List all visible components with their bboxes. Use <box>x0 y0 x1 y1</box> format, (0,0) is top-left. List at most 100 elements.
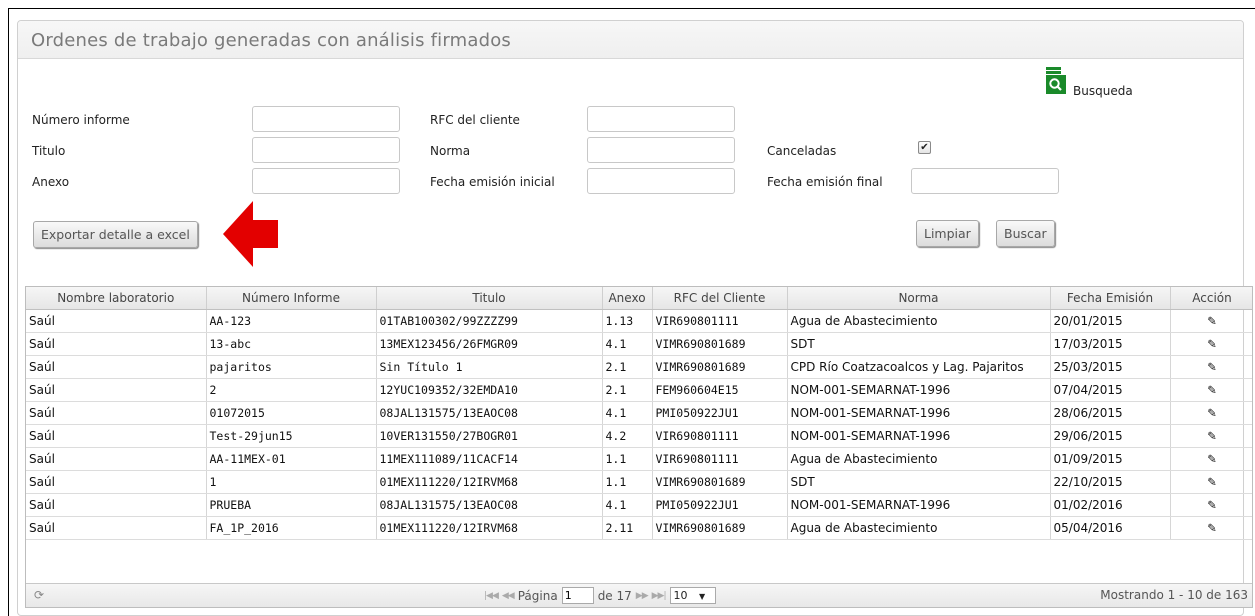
table-cell: 4.1 <box>602 493 653 517</box>
norma-input[interactable] <box>587 137 735 163</box>
table-row[interactable]: Saúl 2 12YUC109352/32EMDA10 2.1 FEM960604E15… <box>26 378 1252 402</box>
fecha-inicial-input[interactable] <box>587 168 735 194</box>
table-cell: Saúl <box>26 516 207 540</box>
table-cell: pajaritos <box>206 355 377 379</box>
anexo-input[interactable] <box>252 168 400 194</box>
column-header[interactable]: Titulo <box>376 287 603 310</box>
table-row[interactable]: Saúl FA_1P_2016 01MEX111220/12IRVM68 2.11 VI… <box>26 516 1252 540</box>
edit-pencil-icon[interactable]: ✎ <box>1207 452 1217 466</box>
table-cell: 12YUC109352/32EMDA10 <box>376 378 603 402</box>
refresh-icon[interactable]: ⟳ <box>34 588 44 602</box>
table-cell: NOM-001-SEMARNAT-1996 <box>787 424 1051 448</box>
table-cell: 01MEX111220/12IRVM68 <box>376 516 603 540</box>
action-cell: ✎ <box>1170 401 1252 425</box>
page-number-input[interactable] <box>561 587 594 604</box>
table-cell: 4.2 <box>602 424 653 448</box>
prev-page-icon[interactable]: ◀◀ <box>502 591 515 601</box>
table-cell: 08JAL131575/13EAOC08 <box>376 493 603 517</box>
table-cell: FA_1P_2016 <box>206 516 377 540</box>
table-cell: Agua de Abastecimiento <box>787 309 1051 333</box>
edit-pencil-icon[interactable]: ✎ <box>1207 406 1217 420</box>
edit-pencil-icon[interactable]: ✎ <box>1207 360 1217 374</box>
column-header[interactable]: Acción <box>1170 287 1252 310</box>
edit-pencil-icon[interactable]: ✎ <box>1207 429 1217 443</box>
dropdown-arrow-icon: ▼ <box>699 592 706 601</box>
table-cell: Saúl <box>26 401 207 425</box>
edit-pencil-icon[interactable]: ✎ <box>1207 475 1217 489</box>
norma-label: Norma <box>430 144 471 158</box>
table-row[interactable]: Saúl 1 01MEX111220/12IRVM68 1.1 VIMR69080168… <box>26 470 1252 494</box>
clear-button[interactable]: Limpiar <box>916 220 979 247</box>
table-cell: 25/03/2015 <box>1050 355 1171 379</box>
search-button[interactable]: Buscar <box>996 220 1055 247</box>
edit-pencil-icon[interactable]: ✎ <box>1207 383 1217 397</box>
table-row[interactable]: Saúl pajaritos Sin Título 1 2.1 VIMR69080168… <box>26 355 1252 379</box>
column-header[interactable]: Fecha Emisión <box>1050 287 1171 310</box>
table-cell: VIMR690801689 <box>652 355 788 379</box>
table-cell: PMI050922JU1 <box>652 401 788 425</box>
fecha-final-input[interactable] <box>911 168 1059 194</box>
table-cell: PRUEBA <box>206 493 377 517</box>
action-cell: ✎ <box>1170 332 1252 356</box>
fecha-final-label: Fecha emisión final <box>767 175 883 189</box>
table-cell: 01MEX111220/12IRVM68 <box>376 470 603 494</box>
numero-informe-input[interactable] <box>252 106 400 132</box>
search-link-label: Busqueda <box>1073 84 1133 98</box>
pager-nav: |◀◀ ◀◀ Página de 17 ▶▶ ▶▶| 10 ▼ <box>484 587 716 604</box>
numero-informe-label: Número informe <box>32 113 130 127</box>
table-cell: 01/09/2015 <box>1050 447 1171 471</box>
table-cell: VIR690801111 <box>652 424 788 448</box>
table-cell: VIMR690801689 <box>652 470 788 494</box>
table-cell: 2.1 <box>602 355 653 379</box>
table-row[interactable]: Saúl AA-123 01TAB100302/99ZZZZ99 1.13 VIR690… <box>26 309 1252 333</box>
table-cell: 05/04/2016 <box>1050 516 1171 540</box>
table-row[interactable]: Saúl Test-29jun15 10VER131550/27BOGR01 4.2 V… <box>26 424 1252 448</box>
column-header[interactable]: RFC del Cliente <box>652 287 788 310</box>
action-cell: ✎ <box>1170 309 1252 333</box>
first-page-icon[interactable]: |◀◀ <box>484 591 499 601</box>
rfc-cliente-input[interactable] <box>587 106 735 132</box>
table-cell: 4.1 <box>602 401 653 425</box>
table-row[interactable]: Saúl PRUEBA 08JAL131575/13EAOC08 4.1 PMI0509… <box>26 493 1252 517</box>
titulo-input[interactable] <box>252 137 400 163</box>
table-cell: 01TAB100302/99ZZZZ99 <box>376 309 603 333</box>
table-cell: VIR690801111 <box>652 309 788 333</box>
table-row[interactable]: Saúl 13-abc 13MEX123456/26FMGR09 4.1 VIMR690… <box>26 332 1252 356</box>
page-size-select[interactable]: 10 ▼ <box>669 587 716 604</box>
table-cell: Saúl <box>26 447 207 471</box>
edit-pencil-icon[interactable]: ✎ <box>1207 337 1217 351</box>
search-document-icon <box>1045 67 1067 99</box>
table-cell: Saúl <box>26 424 207 448</box>
table-body: Saúl AA-123 01TAB100302/99ZZZZ99 1.13 VIR690… <box>26 309 1252 540</box>
next-page-icon[interactable]: ▶▶ <box>636 591 649 601</box>
table-cell: NOM-001-SEMARNAT-1996 <box>787 378 1051 402</box>
table-row[interactable]: Saúl AA-11MEX-01 11MEX111089/11CACF14 1.1 VI… <box>26 447 1252 471</box>
last-page-icon[interactable]: ▶▶| <box>652 591 667 601</box>
table-cell: 2.11 <box>602 516 653 540</box>
table-cell: 2 <box>206 378 377 402</box>
column-header[interactable]: Nombre laboratorio <box>26 287 207 310</box>
table-cell: 01/02/2016 <box>1050 493 1171 517</box>
results-table: Nombre laboratorio Número Informe Titulo An… <box>26 287 1252 540</box>
table-cell: 13MEX123456/26FMGR09 <box>376 332 603 356</box>
table-cell: 28/06/2015 <box>1050 401 1171 425</box>
column-header[interactable]: Norma <box>787 287 1051 310</box>
canceladas-checkbox[interactable]: ✔ <box>918 141 931 154</box>
column-header[interactable]: Número Informe <box>206 287 377 310</box>
column-header[interactable]: Anexo <box>602 287 653 310</box>
search-link[interactable]: Busqueda <box>1045 67 1133 99</box>
records-info: Mostrando 1 - 10 de 163 <box>1100 588 1248 602</box>
action-cell: ✎ <box>1170 493 1252 517</box>
edit-pencil-icon[interactable]: ✎ <box>1207 314 1217 328</box>
table-cell: Saúl <box>26 493 207 517</box>
table-cell: 1.1 <box>602 470 653 494</box>
edit-pencil-icon[interactable]: ✎ <box>1207 498 1217 512</box>
table-row[interactable]: Saúl 01072015 08JAL131575/13EAOC08 4.1 PMI05… <box>26 401 1252 425</box>
table-cell: 13-abc <box>206 332 377 356</box>
page-count-label: de 17 <box>597 588 632 603</box>
canceladas-label: Canceladas <box>767 144 837 158</box>
table-cell: VIMR690801689 <box>652 332 788 356</box>
table-cell: 10VER131550/27BOGR01 <box>376 424 603 448</box>
export-excel-button[interactable]: Exportar detalle a excel <box>33 221 198 248</box>
edit-pencil-icon[interactable]: ✎ <box>1207 521 1217 535</box>
